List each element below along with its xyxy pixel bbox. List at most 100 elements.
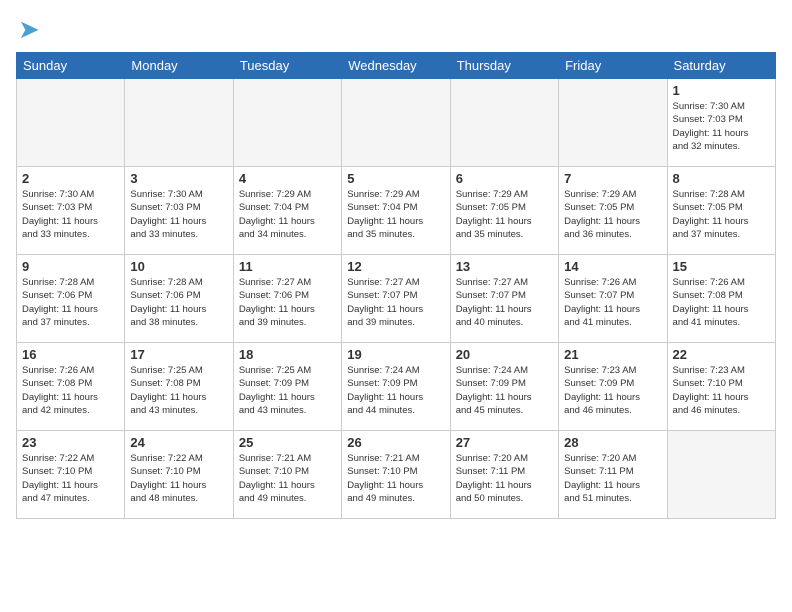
calendar-cell: 1 Sunrise: 7:30 AM Sunset: 7:03 PM Daylig… bbox=[667, 79, 775, 167]
day-number: 22 bbox=[673, 347, 770, 362]
weekday-header-sunday: Sunday bbox=[17, 53, 125, 79]
weekday-header-tuesday: Tuesday bbox=[233, 53, 341, 79]
day-info: Sunrise: 7:26 AM Sunset: 7:08 PM Dayligh… bbox=[22, 364, 119, 417]
calendar-cell: 22 Sunrise: 7:23 AM Sunset: 7:10 PM Dayli… bbox=[667, 343, 775, 431]
day-number: 25 bbox=[239, 435, 336, 450]
page: ➤ SundayMondayTuesdayWednesdayThursdayFr… bbox=[0, 0, 792, 612]
day-number: 2 bbox=[22, 171, 119, 186]
day-info: Sunrise: 7:25 AM Sunset: 7:08 PM Dayligh… bbox=[130, 364, 227, 417]
calendar-cell: 6 Sunrise: 7:29 AM Sunset: 7:05 PM Daylig… bbox=[450, 167, 558, 255]
day-info: Sunrise: 7:29 AM Sunset: 7:05 PM Dayligh… bbox=[456, 188, 553, 241]
day-number: 21 bbox=[564, 347, 661, 362]
day-number: 4 bbox=[239, 171, 336, 186]
day-info: Sunrise: 7:25 AM Sunset: 7:09 PM Dayligh… bbox=[239, 364, 336, 417]
day-number: 15 bbox=[673, 259, 770, 274]
day-info: Sunrise: 7:30 AM Sunset: 7:03 PM Dayligh… bbox=[22, 188, 119, 241]
calendar-cell: 9 Sunrise: 7:28 AM Sunset: 7:06 PM Daylig… bbox=[17, 255, 125, 343]
calendar-cell: 7 Sunrise: 7:29 AM Sunset: 7:05 PM Daylig… bbox=[559, 167, 667, 255]
weekday-header-monday: Monday bbox=[125, 53, 233, 79]
day-info: Sunrise: 7:21 AM Sunset: 7:10 PM Dayligh… bbox=[239, 452, 336, 505]
day-info: Sunrise: 7:26 AM Sunset: 7:07 PM Dayligh… bbox=[564, 276, 661, 329]
calendar: SundayMondayTuesdayWednesdayThursdayFrid… bbox=[16, 52, 776, 519]
weekday-header-wednesday: Wednesday bbox=[342, 53, 450, 79]
calendar-cell: 4 Sunrise: 7:29 AM Sunset: 7:04 PM Daylig… bbox=[233, 167, 341, 255]
day-number: 12 bbox=[347, 259, 444, 274]
calendar-cell: 28 Sunrise: 7:20 AM Sunset: 7:11 PM Dayli… bbox=[559, 431, 667, 519]
calendar-cell: 2 Sunrise: 7:30 AM Sunset: 7:03 PM Daylig… bbox=[17, 167, 125, 255]
day-info: Sunrise: 7:28 AM Sunset: 7:05 PM Dayligh… bbox=[673, 188, 770, 241]
day-number: 24 bbox=[130, 435, 227, 450]
day-number: 13 bbox=[456, 259, 553, 274]
day-info: Sunrise: 7:20 AM Sunset: 7:11 PM Dayligh… bbox=[564, 452, 661, 505]
day-number: 18 bbox=[239, 347, 336, 362]
calendar-cell: 15 Sunrise: 7:26 AM Sunset: 7:08 PM Dayli… bbox=[667, 255, 775, 343]
weekday-header-friday: Friday bbox=[559, 53, 667, 79]
day-info: Sunrise: 7:28 AM Sunset: 7:06 PM Dayligh… bbox=[130, 276, 227, 329]
day-info: Sunrise: 7:24 AM Sunset: 7:09 PM Dayligh… bbox=[456, 364, 553, 417]
calendar-cell bbox=[450, 79, 558, 167]
day-number: 14 bbox=[564, 259, 661, 274]
calendar-cell: 5 Sunrise: 7:29 AM Sunset: 7:04 PM Daylig… bbox=[342, 167, 450, 255]
calendar-cell: 26 Sunrise: 7:21 AM Sunset: 7:10 PM Dayli… bbox=[342, 431, 450, 519]
calendar-cell: 8 Sunrise: 7:28 AM Sunset: 7:05 PM Daylig… bbox=[667, 167, 775, 255]
calendar-cell: 3Sunrise: 7:30 AM Sunset: 7:03 PM Daylig… bbox=[125, 167, 233, 255]
day-info: Sunrise: 7:26 AM Sunset: 7:08 PM Dayligh… bbox=[673, 276, 770, 329]
day-info: Sunrise: 7:24 AM Sunset: 7:09 PM Dayligh… bbox=[347, 364, 444, 417]
calendar-cell: 20 Sunrise: 7:24 AM Sunset: 7:09 PM Dayli… bbox=[450, 343, 558, 431]
day-info: Sunrise: 7:28 AM Sunset: 7:06 PM Dayligh… bbox=[22, 276, 119, 329]
calendar-cell: 14 Sunrise: 7:26 AM Sunset: 7:07 PM Dayli… bbox=[559, 255, 667, 343]
calendar-cell bbox=[17, 79, 125, 167]
day-number: 1 bbox=[673, 83, 770, 98]
day-info: Sunrise: 7:20 AM Sunset: 7:11 PM Dayligh… bbox=[456, 452, 553, 505]
logo: ➤ bbox=[16, 16, 40, 42]
calendar-cell: 11 Sunrise: 7:27 AM Sunset: 7:06 PM Dayli… bbox=[233, 255, 341, 343]
calendar-cell: 19 Sunrise: 7:24 AM Sunset: 7:09 PM Dayli… bbox=[342, 343, 450, 431]
day-number: 10 bbox=[130, 259, 227, 274]
day-info: Sunrise: 7:22 AM Sunset: 7:10 PM Dayligh… bbox=[22, 452, 119, 505]
day-number: 5 bbox=[347, 171, 444, 186]
day-number: 16 bbox=[22, 347, 119, 362]
logo-icon: ➤ bbox=[18, 16, 40, 42]
day-number: 8 bbox=[673, 171, 770, 186]
day-info: Sunrise: 7:30 AM Sunset: 7:03 PM Dayligh… bbox=[130, 188, 227, 241]
calendar-cell: 21 Sunrise: 7:23 AM Sunset: 7:09 PM Dayli… bbox=[559, 343, 667, 431]
day-number: 11 bbox=[239, 259, 336, 274]
day-info: Sunrise: 7:29 AM Sunset: 7:05 PM Dayligh… bbox=[564, 188, 661, 241]
day-number: 6 bbox=[456, 171, 553, 186]
calendar-cell: 10 Sunrise: 7:28 AM Sunset: 7:06 PM Dayli… bbox=[125, 255, 233, 343]
day-info: Sunrise: 7:29 AM Sunset: 7:04 PM Dayligh… bbox=[347, 188, 444, 241]
day-number: 7 bbox=[564, 171, 661, 186]
day-info: Sunrise: 7:21 AM Sunset: 7:10 PM Dayligh… bbox=[347, 452, 444, 505]
calendar-cell: 16 Sunrise: 7:26 AM Sunset: 7:08 PM Dayli… bbox=[17, 343, 125, 431]
day-number: 20 bbox=[456, 347, 553, 362]
calendar-cell: 17 Sunrise: 7:25 AM Sunset: 7:08 PM Dayli… bbox=[125, 343, 233, 431]
calendar-cell bbox=[125, 79, 233, 167]
calendar-cell: 24 Sunrise: 7:22 AM Sunset: 7:10 PM Dayli… bbox=[125, 431, 233, 519]
day-number: 26 bbox=[347, 435, 444, 450]
day-info: Sunrise: 7:27 AM Sunset: 7:07 PM Dayligh… bbox=[456, 276, 553, 329]
calendar-cell: 25 Sunrise: 7:21 AM Sunset: 7:10 PM Dayli… bbox=[233, 431, 341, 519]
calendar-cell bbox=[667, 431, 775, 519]
day-number: 28 bbox=[564, 435, 661, 450]
header: ➤ bbox=[16, 16, 776, 42]
day-info: Sunrise: 7:27 AM Sunset: 7:06 PM Dayligh… bbox=[239, 276, 336, 329]
calendar-cell bbox=[233, 79, 341, 167]
day-number: 19 bbox=[347, 347, 444, 362]
calendar-cell: 13 Sunrise: 7:27 AM Sunset: 7:07 PM Dayli… bbox=[450, 255, 558, 343]
day-info: Sunrise: 7:30 AM Sunset: 7:03 PM Dayligh… bbox=[673, 100, 770, 153]
calendar-cell: 23 Sunrise: 7:22 AM Sunset: 7:10 PM Dayli… bbox=[17, 431, 125, 519]
day-info: Sunrise: 7:23 AM Sunset: 7:10 PM Dayligh… bbox=[673, 364, 770, 417]
day-number: 23 bbox=[22, 435, 119, 450]
day-info: Sunrise: 7:27 AM Sunset: 7:07 PM Dayligh… bbox=[347, 276, 444, 329]
day-number: 9 bbox=[22, 259, 119, 274]
calendar-cell bbox=[342, 79, 450, 167]
weekday-header-thursday: Thursday bbox=[450, 53, 558, 79]
day-number: 17 bbox=[130, 347, 227, 362]
calendar-cell: 27Sunrise: 7:20 AM Sunset: 7:11 PM Dayli… bbox=[450, 431, 558, 519]
calendar-cell: 12 Sunrise: 7:27 AM Sunset: 7:07 PM Dayli… bbox=[342, 255, 450, 343]
weekday-header-saturday: Saturday bbox=[667, 53, 775, 79]
day-info: Sunrise: 7:23 AM Sunset: 7:09 PM Dayligh… bbox=[564, 364, 661, 417]
day-info: Sunrise: 7:29 AM Sunset: 7:04 PM Dayligh… bbox=[239, 188, 336, 241]
day-info: Sunrise: 7:22 AM Sunset: 7:10 PM Dayligh… bbox=[130, 452, 227, 505]
calendar-cell bbox=[559, 79, 667, 167]
